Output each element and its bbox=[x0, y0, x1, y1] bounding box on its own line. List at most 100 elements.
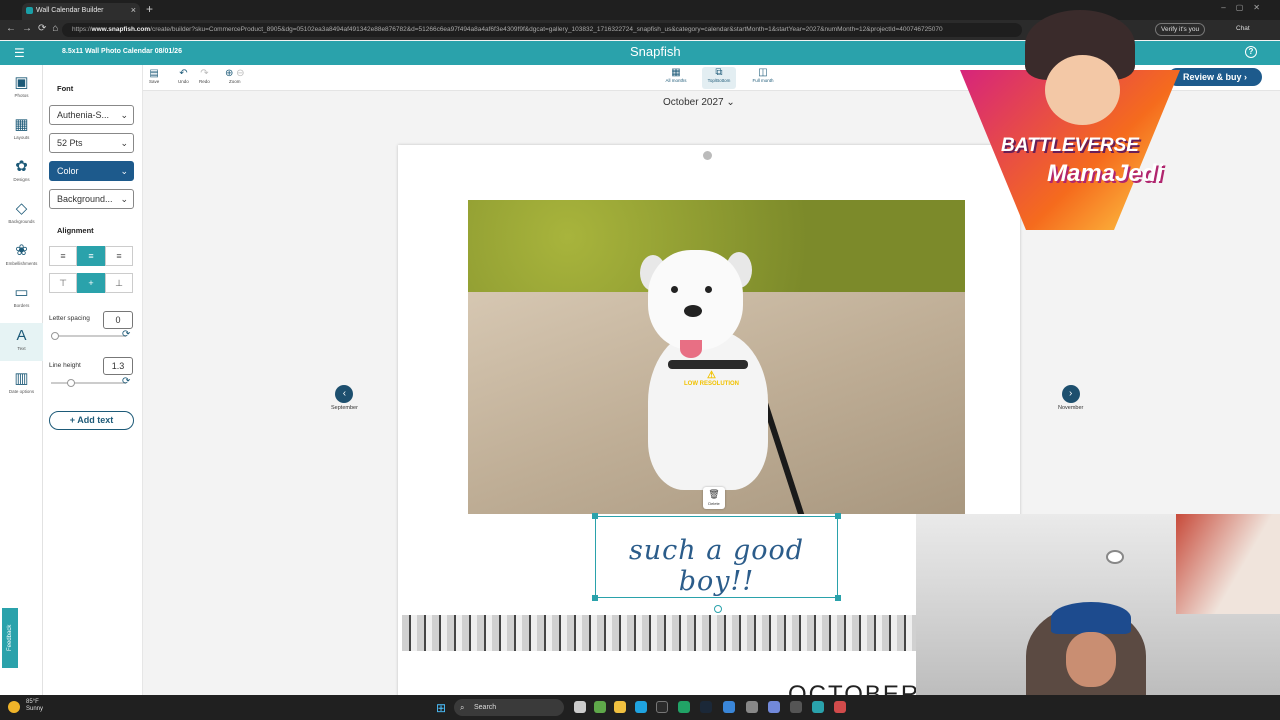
rail-item-text[interactable]: A Text bbox=[0, 323, 43, 361]
rotate-handle[interactable] bbox=[714, 605, 722, 613]
font-heading: Font bbox=[57, 84, 74, 93]
align-center-button[interactable]: ≡ bbox=[77, 246, 105, 266]
url-field[interactable]: https://www.snapfish.com/create/builder?… bbox=[62, 23, 1022, 37]
low-resolution-warning[interactable]: ⚠ LOW RESOLUTION bbox=[684, 370, 739, 387]
redo-icon: ↷ bbox=[200, 68, 209, 79]
rail-item-designs[interactable]: ✿ Designs bbox=[0, 157, 43, 182]
align-bottom-button[interactable]: ⊥ bbox=[105, 273, 133, 293]
snapfish-favicon-icon bbox=[26, 7, 33, 14]
rail-item-date-options[interactable]: ▥ Date options bbox=[0, 369, 43, 394]
font-family-select[interactable]: Authenia-S... ⌄ bbox=[49, 105, 134, 125]
delete-label: Delete bbox=[708, 501, 720, 506]
webcam-overlay bbox=[916, 514, 1280, 695]
window-controls[interactable]: –▢✕ bbox=[1221, 3, 1270, 12]
embellishments-icon: ❀ bbox=[15, 242, 28, 259]
help-icon[interactable]: ? bbox=[1245, 46, 1257, 58]
save-button[interactable]: ▤ Save bbox=[149, 68, 159, 84]
next-month-button[interactable]: › November bbox=[1058, 385, 1083, 411]
resize-handle[interactable] bbox=[835, 595, 841, 601]
align-left-button[interactable]: ≡ bbox=[49, 246, 77, 266]
undo-button[interactable]: ↶ Undo bbox=[178, 68, 189, 84]
view-all-months[interactable]: ▦ All months bbox=[659, 67, 693, 89]
app-icon[interactable] bbox=[834, 701, 846, 713]
background-select[interactable]: Background... ⌄ bbox=[49, 189, 134, 209]
view-label: All months bbox=[665, 78, 687, 83]
photo-dog-head bbox=[648, 250, 743, 350]
temperature: 85°F bbox=[26, 699, 39, 705]
reset-icon[interactable]: ⟳ bbox=[122, 329, 130, 340]
text-box-selected[interactable]: such a good boy!! bbox=[592, 513, 841, 613]
menu-icon[interactable]: ☰ bbox=[14, 46, 25, 60]
letter-spacing-input[interactable]: 0 bbox=[103, 311, 133, 329]
background-value: Background... bbox=[57, 194, 113, 204]
trash-icon: 🗑 bbox=[708, 489, 720, 499]
rail-item-layouts[interactable]: ▦ Layouts bbox=[0, 115, 43, 140]
app-icon[interactable] bbox=[812, 701, 824, 713]
zoom-label: Zoom bbox=[229, 79, 241, 84]
edge-icon[interactable] bbox=[635, 701, 647, 713]
chevron-down-icon: ⌄ bbox=[120, 194, 128, 204]
taskbar-search[interactable]: ⌕ Search bbox=[454, 699, 564, 716]
slider-knob[interactable] bbox=[67, 379, 75, 387]
redo-button[interactable]: ↷ Redo bbox=[199, 68, 210, 84]
rail-item-backgrounds[interactable]: ◇ Backgrounds bbox=[0, 199, 43, 224]
search-icon: ⌕ bbox=[460, 703, 465, 712]
file-explorer-icon[interactable] bbox=[614, 701, 626, 713]
alignment-heading: Alignment bbox=[57, 226, 94, 235]
rail-label: Layouts bbox=[13, 135, 30, 140]
zoom-button[interactable]: ⊕ ⊖ Zoom bbox=[225, 68, 245, 84]
rail-item-borders[interactable]: ▭ Borders bbox=[0, 283, 43, 308]
reset-icon[interactable]: ⟳ bbox=[122, 376, 130, 387]
month-selector[interactable]: October 2027 ⌄ bbox=[663, 97, 735, 108]
slider-knob[interactable] bbox=[51, 332, 59, 340]
weather-widget[interactable]: 85°F Sunny bbox=[26, 699, 43, 713]
photo-dog-eye bbox=[705, 286, 712, 293]
discord-icon[interactable] bbox=[768, 701, 780, 713]
resize-handle[interactable] bbox=[592, 595, 598, 601]
photo-slot[interactable]: ⚠ LOW RESOLUTION bbox=[468, 200, 965, 514]
undo-label: Undo bbox=[178, 79, 189, 84]
align-right-button[interactable]: ≡ bbox=[105, 246, 133, 266]
tool-rail: ▣ Photos ▦ Layouts ✿ Designs ◇ Backgrounds ❀… bbox=[0, 65, 43, 695]
task-view-icon[interactable] bbox=[574, 701, 586, 713]
low-resolution-label: LOW RESOLUTION bbox=[684, 381, 739, 387]
windows-start-icon[interactable]: ⊞ bbox=[436, 701, 446, 715]
close-tab-icon[interactable]: × bbox=[131, 3, 136, 18]
view-label: Full month bbox=[752, 78, 774, 83]
align-middle-button[interactable]: + bbox=[77, 273, 105, 293]
color-select[interactable]: Color ⌄ bbox=[49, 161, 134, 181]
app-icon[interactable] bbox=[723, 701, 735, 713]
webcam-ceiling-light bbox=[1106, 550, 1124, 564]
caption-text[interactable]: such a good boy!! bbox=[596, 535, 837, 597]
browser-tab[interactable]: Wall Calendar Builder × bbox=[22, 3, 140, 20]
settings-icon[interactable] bbox=[746, 701, 758, 713]
obs-icon[interactable] bbox=[656, 701, 668, 713]
delete-button[interactable]: 🗑 Delete bbox=[703, 487, 725, 509]
rail-item-embellishments[interactable]: ❀ Embellishments bbox=[0, 241, 43, 266]
resize-handle[interactable] bbox=[592, 513, 598, 519]
xbox-icon[interactable] bbox=[594, 701, 606, 713]
align-top-button[interactable]: ⊤ bbox=[49, 273, 77, 293]
chat-button[interactable]: Chat bbox=[1236, 25, 1250, 32]
previous-month-button[interactable]: ‹ September bbox=[331, 385, 358, 411]
view-top-bottom[interactable]: ⧉ Top/Bottom bbox=[702, 67, 736, 89]
feedback-tab[interactable]: Feedback bbox=[2, 608, 18, 668]
back-forward-refresh-icons[interactable]: ←→⟳⌂ bbox=[6, 23, 64, 34]
rail-label: Backgrounds bbox=[8, 219, 35, 224]
resize-handle[interactable] bbox=[835, 513, 841, 519]
line-height-slider[interactable] bbox=[51, 379, 126, 387]
steam-icon[interactable] bbox=[700, 701, 712, 713]
app-icon[interactable] bbox=[790, 701, 802, 713]
letter-spacing-slider[interactable] bbox=[51, 332, 126, 340]
view-label: Top/Bottom bbox=[707, 78, 731, 83]
photo-dog-collar bbox=[668, 360, 748, 369]
new-tab-button[interactable]: + bbox=[146, 2, 153, 16]
sheets-icon[interactable] bbox=[678, 701, 690, 713]
rail-item-photos[interactable]: ▣ Photos bbox=[0, 73, 43, 98]
photos-icon: ▣ bbox=[14, 74, 29, 91]
view-full-month[interactable]: ◫ Full month bbox=[746, 67, 780, 89]
font-size-select[interactable]: 52 Pts ⌄ bbox=[49, 133, 134, 153]
line-height-input[interactable]: 1.3 bbox=[103, 357, 133, 375]
chevron-down-icon: ⌄ bbox=[120, 166, 128, 176]
add-text-button[interactable]: + Add text bbox=[49, 411, 134, 430]
